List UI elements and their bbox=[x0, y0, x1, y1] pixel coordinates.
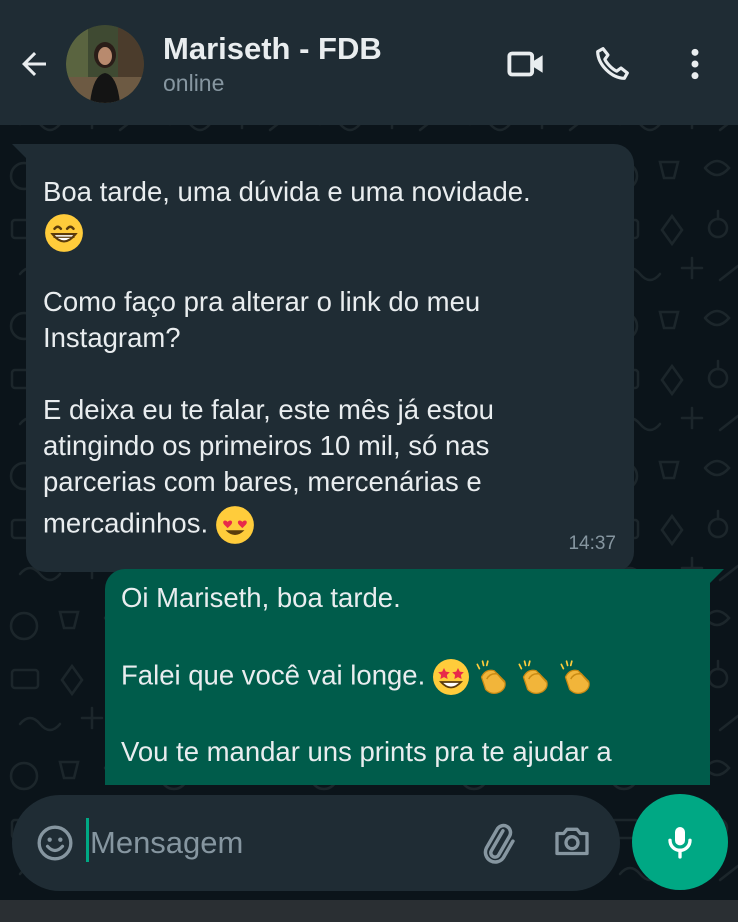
clapping-hands-emoji bbox=[476, 660, 506, 695]
message-line: E deixa eu te falar, este mês já estou bbox=[43, 394, 494, 425]
text-caret bbox=[86, 818, 89, 862]
voice-call-button[interactable] bbox=[588, 40, 636, 88]
chat-header: Mariseth - FDB online bbox=[0, 0, 738, 125]
back-button[interactable] bbox=[10, 40, 58, 88]
attach-button[interactable] bbox=[474, 819, 522, 867]
emoji-icon bbox=[37, 825, 73, 861]
camera-icon bbox=[555, 827, 589, 856]
phone-icon bbox=[596, 47, 629, 80]
message-line: Como faço pra alterar o link do meu bbox=[43, 286, 481, 317]
emoji-line bbox=[43, 212, 618, 252]
system-navigation-bar bbox=[0, 900, 738, 922]
camera-button[interactable] bbox=[548, 817, 596, 865]
more-vert-icon bbox=[691, 48, 699, 80]
microphone-icon bbox=[668, 827, 692, 859]
grinning-face-emoji bbox=[45, 214, 83, 252]
paperclip-icon bbox=[483, 823, 515, 864]
message-list[interactable]: Boa tarde, uma dúvida e uma novidade. Co… bbox=[0, 125, 738, 785]
message-input[interactable] bbox=[90, 817, 470, 869]
contact-name[interactable]: Mariseth - FDB bbox=[163, 31, 382, 67]
message-line: Falei que você vai longe. bbox=[121, 659, 426, 691]
outgoing-bubble-tail bbox=[708, 569, 724, 585]
message-line: parcerias com bares, mercenárias e bbox=[43, 466, 482, 497]
voice-record-button[interactable] bbox=[632, 794, 728, 890]
clapping-hands-emoji bbox=[560, 660, 590, 695]
message-line-with-emoji: Falei que você vai longe. bbox=[121, 656, 694, 698]
contact-status: online bbox=[163, 70, 225, 96]
videocam-icon bbox=[507, 51, 543, 77]
message-line: Vou te mandar uns prints pra te ajudar a bbox=[121, 736, 612, 767]
avatar-photo bbox=[66, 25, 144, 103]
arrow-left-icon bbox=[22, 52, 46, 76]
message-line: Instagram? bbox=[43, 322, 181, 353]
clapping-hands-emoji bbox=[518, 660, 548, 695]
more-options-button[interactable] bbox=[671, 40, 719, 88]
message-line: Oi Mariseth, boa tarde. bbox=[121, 582, 401, 613]
message-line: atingindo os primeiros 10 mil, só nas bbox=[43, 430, 490, 461]
incoming-message[interactable]: Boa tarde, uma dúvida e uma novidade. Co… bbox=[26, 144, 634, 572]
star-struck-emoji bbox=[433, 659, 470, 695]
message-line-with-emoji: mercadinhos. bbox=[43, 504, 618, 546]
heart-eyes-emoji bbox=[216, 506, 254, 544]
message-time: 14:37 bbox=[568, 533, 616, 554]
contact-avatar[interactable] bbox=[66, 25, 144, 103]
message-composer bbox=[12, 795, 620, 891]
video-call-button[interactable] bbox=[502, 40, 550, 88]
outgoing-message[interactable]: Oi Mariseth, boa tarde. Falei que você v… bbox=[105, 569, 710, 785]
message-line: Boa tarde, uma dúvida e uma novidade. bbox=[43, 176, 531, 207]
message-line: mercadinhos. bbox=[43, 507, 209, 539]
emoji-button[interactable] bbox=[32, 820, 78, 866]
